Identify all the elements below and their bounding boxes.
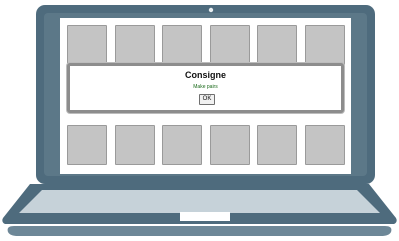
memory-card[interactable] xyxy=(305,125,345,165)
memory-card[interactable] xyxy=(257,25,297,65)
memory-card[interactable] xyxy=(67,25,107,65)
memory-card[interactable] xyxy=(67,125,107,165)
dialog-message: Make pairs xyxy=(193,84,218,90)
instruction-dialog: Consigne Make pairs OK xyxy=(67,63,344,113)
memory-card[interactable] xyxy=(115,125,155,165)
ok-button[interactable]: OK xyxy=(199,94,215,105)
memory-card[interactable] xyxy=(115,25,155,65)
dialog-title: Consigne xyxy=(184,70,226,80)
memory-card[interactable] xyxy=(305,25,345,65)
memory-card[interactable] xyxy=(162,25,202,65)
memory-card[interactable] xyxy=(257,125,297,165)
memory-game-board: Consigne Make pairs OK xyxy=(0,0,399,241)
memory-card[interactable] xyxy=(210,25,250,65)
memory-card[interactable] xyxy=(162,125,202,165)
memory-card[interactable] xyxy=(210,125,250,165)
